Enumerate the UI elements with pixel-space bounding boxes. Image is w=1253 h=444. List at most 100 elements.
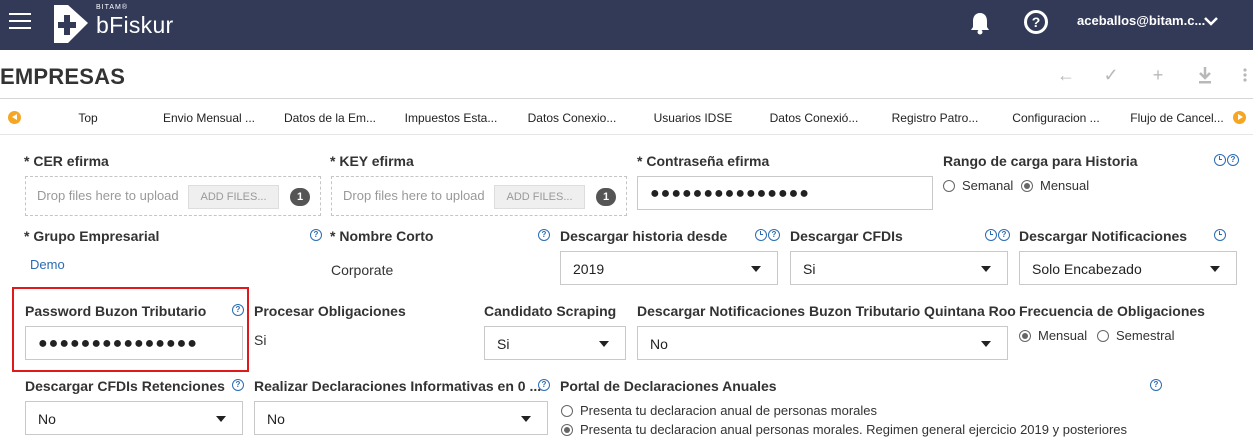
key-add-files-button[interactable]: ADD FILES... (494, 185, 585, 209)
descargar-cfdis-select[interactable]: Si (790, 251, 1008, 285)
history-icon[interactable] (755, 229, 767, 241)
help-icon[interactable]: ? (998, 229, 1010, 241)
tab-envio-mensual[interactable]: Envio Mensual ... (159, 111, 259, 125)
declaraciones-informativas-select[interactable]: No (254, 401, 548, 435)
cer-file-count-badge: 1 (290, 188, 310, 206)
contrasena-efirma-input[interactable]: ●●●●●●●●●●●●●●● (637, 176, 933, 210)
key-efirma-dropzone[interactable]: Drop files here to upload ADD FILES... 1 (331, 176, 627, 216)
history-icon[interactable] (985, 229, 997, 241)
brand-small: BITAM® (96, 4, 129, 11)
tab-strip: Top Envio Mensual ... Datos de la Em... … (0, 102, 1253, 134)
cfdis-retenciones-select[interactable]: No (25, 401, 243, 435)
tab-datos-empresa[interactable]: Datos de la Em... (280, 111, 380, 125)
tab-datos-conexion-1[interactable]: Datos Conexio... (522, 111, 622, 125)
candidato-scraping-select[interactable]: Si (484, 326, 626, 360)
history-icon[interactable] (1214, 154, 1226, 166)
radio-label: Mensual (1040, 178, 1090, 193)
select-value: Solo Encabezado (1032, 261, 1142, 277)
grupo-empresarial-label: * Grupo Empresarial (24, 228, 160, 244)
tab-configuracion[interactable]: Configuracion ... (1006, 111, 1106, 125)
help-icon[interactable]: ? (310, 229, 322, 241)
radio-declaracion-anual-morales[interactable]: Presenta tu declaracion anual de persona… (561, 403, 877, 418)
tab-flujo-cancelacion[interactable]: Flujo de Cancel... (1127, 111, 1227, 125)
radio-label: Mensual (1038, 328, 1088, 343)
descargar-historia-select[interactable]: 2019 (560, 251, 778, 285)
password-mask: ●●●●●●●●●●●●●●● (38, 335, 198, 352)
radio-circle (561, 404, 573, 417)
descargar-notificaciones-label: Descargar Notificaciones (1019, 228, 1188, 244)
grupo-empresarial-link[interactable]: Demo (30, 257, 65, 272)
history-icon[interactable] (1214, 229, 1226, 241)
candidato-scraping-label: Candidato Scraping (484, 303, 617, 319)
select-value: No (650, 336, 668, 352)
help-icon[interactable]: ? (232, 304, 244, 316)
dropzone-text: Drop files here to upload (37, 188, 179, 203)
radio-circle (1097, 329, 1109, 342)
radio-declaracion-anual-regimen-2019[interactable]: Presenta tu declaracion anual personas m… (561, 422, 1127, 437)
plus-icon[interactable]: + (1149, 65, 1167, 85)
radio-label: Semestral (1116, 328, 1175, 343)
procesar-obligaciones-value: Si (254, 332, 267, 348)
tab-usuarios-idse[interactable]: Usuarios IDSE (643, 111, 743, 125)
chevron-down-icon[interactable] (1203, 13, 1219, 29)
password-buzon-label: Password Buzon Tributario (25, 303, 207, 319)
user-account-name[interactable]: aceballos@bitam.c... (1077, 13, 1205, 28)
select-value: No (38, 411, 56, 427)
check-icon[interactable]: ✓ (1102, 65, 1120, 85)
help-icon[interactable]: ? (768, 229, 780, 241)
declaraciones-informativas-label: Realizar Declaraciones Informativas en 0… (254, 378, 542, 394)
descargar-cfdis-label: Descargar CFDIs (790, 228, 903, 244)
tab-scroll-left-icon[interactable] (8, 111, 21, 124)
bfiskur-logo-icon[interactable] (50, 3, 92, 45)
key-efirma-label: * KEY efirma (330, 153, 414, 169)
caret-down-icon (981, 341, 991, 347)
download-icon[interactable] (1196, 65, 1214, 85)
tab-impuestos-estatales[interactable]: Impuestos Esta... (401, 111, 501, 125)
brand-name: bFiskur (96, 12, 174, 38)
notifications-bell-icon[interactable] (969, 11, 991, 35)
tab-registro-patronal[interactable]: Registro Patro... (885, 111, 985, 125)
descargar-historia-label: Descargar historia desde (560, 228, 728, 244)
select-value: Si (497, 336, 510, 352)
tab-datos-conexion-2[interactable]: Datos Conexió... (764, 111, 864, 125)
tab-scroll-right-icon[interactable] (1233, 111, 1246, 124)
radio-frecuencia-mensual[interactable]: Mensual (1019, 328, 1087, 343)
help-icon[interactable]: ? (538, 229, 550, 241)
help-circle-icon[interactable]: ? (1024, 10, 1048, 34)
help-icon[interactable]: ? (1227, 154, 1239, 166)
radio-frecuencia-semestral[interactable]: Semestral (1097, 328, 1175, 343)
tab-top[interactable]: Top (38, 111, 138, 125)
nombre-corto-label: * Nombre Corto (330, 228, 434, 244)
frecuencia-obligaciones-label: Frecuencia de Obligaciones (1019, 303, 1205, 319)
radio-circle-selected (1021, 179, 1033, 192)
portal-anuales-label: Portal de Declaraciones Anuales (560, 378, 777, 394)
radio-mensual[interactable]: Mensual (1021, 178, 1089, 193)
nombre-corto-value: Corporate (331, 262, 394, 278)
contrasena-efirma-label: * Contraseña efirma (637, 153, 770, 169)
select-value: Si (803, 261, 816, 277)
back-arrow-icon[interactable]: ← (1057, 65, 1075, 85)
caret-down-icon (751, 266, 761, 272)
radio-circle (943, 179, 955, 192)
descargar-notificaciones-select[interactable]: Solo Encabezado (1019, 251, 1237, 285)
radio-label: Presenta tu declaracion anual de persona… (580, 403, 878, 418)
notif-buzon-qroo-label: Descargar Notificaciones Buzon Tributari… (637, 303, 1016, 319)
password-buzon-input[interactable]: ●●●●●●●●●●●●●●● (25, 326, 243, 360)
cer-add-files-button[interactable]: ADD FILES... (188, 185, 279, 209)
rango-carga-label: Rango de carga para Historia (943, 153, 1138, 169)
page-title: EMPRESAS (0, 64, 126, 89)
more-vertical-icon[interactable] (1240, 65, 1250, 85)
procesar-obligaciones-label: Procesar Obligaciones (254, 303, 406, 319)
radio-label: Semanal (962, 178, 1014, 193)
notif-buzon-qroo-select[interactable]: No (637, 326, 1008, 360)
caret-down-icon (521, 416, 531, 422)
radio-semanal[interactable]: Semanal (943, 178, 1013, 193)
help-icon[interactable]: ? (538, 379, 550, 391)
cer-efirma-dropzone[interactable]: Drop files here to upload ADD FILES... 1 (25, 176, 321, 216)
hamburger-menu-icon[interactable] (9, 13, 31, 31)
caret-down-icon (599, 341, 609, 347)
radio-circle-selected (1019, 329, 1031, 342)
caret-down-icon (981, 266, 991, 272)
help-icon[interactable]: ? (1150, 379, 1162, 391)
help-icon[interactable]: ? (232, 379, 244, 391)
